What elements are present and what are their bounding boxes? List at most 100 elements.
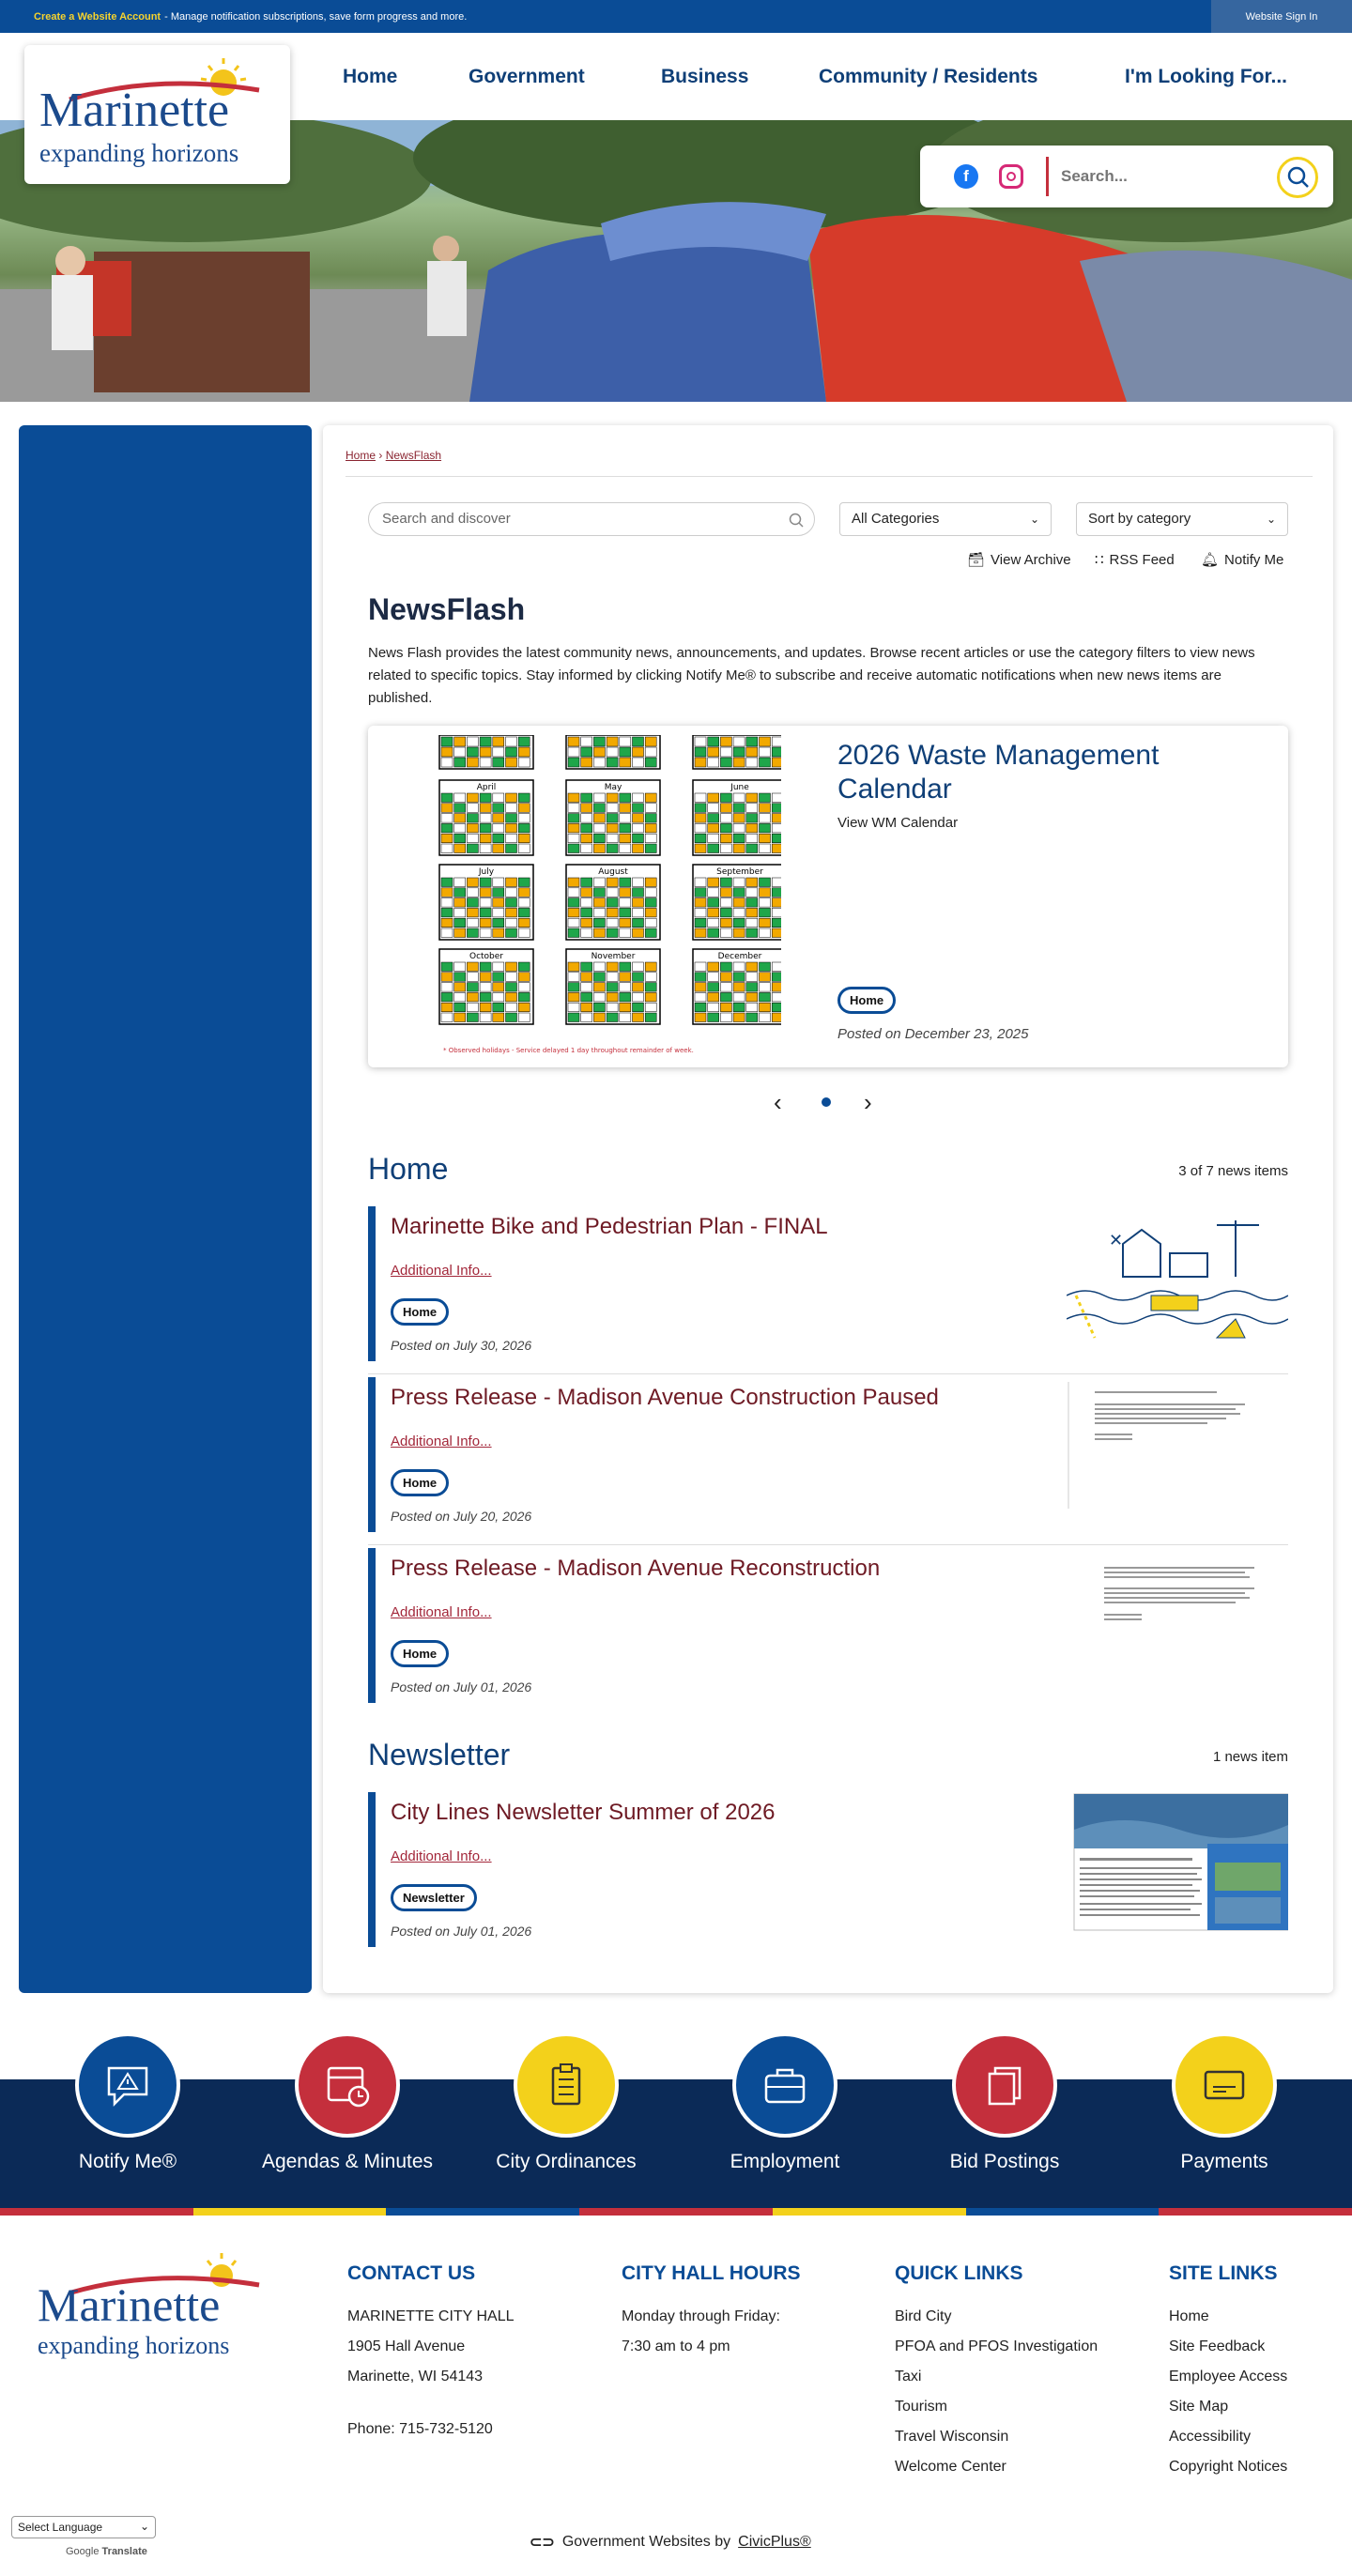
footer-logo[interactable]: Marinette expanding horizons <box>34 2249 278 2373</box>
top-bar: Create a Website Account - Manage notifi… <box>0 0 1352 33</box>
home-section-count: 3 of 7 news items <box>1178 1163 1288 1179</box>
news-search-input[interactable]: Search and discover <box>368 502 815 536</box>
footer-site-link[interactable]: Employee Access <box>1169 2362 1287 2392</box>
footer-site-link[interactable]: Accessibility <box>1169 2422 1287 2452</box>
calendar-month: April <box>438 779 534 856</box>
site-logo[interactable]: Marinette expanding horizons <box>24 45 290 184</box>
footer-site-link[interactable]: Copyright Notices <box>1169 2452 1287 2482</box>
notify-me-link[interactable]: 🔔︎ Notify Me <box>1201 551 1283 569</box>
footer-quick-link[interactable]: Welcome Center <box>895 2452 1098 2482</box>
sign-in-button[interactable]: Website Sign In <box>1211 0 1352 33</box>
news-item-title[interactable]: Marinette Bike and Pedestrian Plan - FIN… <box>391 1214 828 1240</box>
calendar-month-label: August <box>598 867 628 877</box>
footer-quick-link[interactable]: Bird City <box>895 2302 1098 2332</box>
breadcrumb: Home › NewsFlash <box>346 449 441 462</box>
site-search-button[interactable] <box>1277 157 1318 198</box>
nav-looking-for[interactable]: I'm Looking For... <box>1125 66 1350 88</box>
chevron-down-icon: ⌄ <box>1266 513 1276 526</box>
chevron-down-icon: ⌄ <box>139 2520 149 2533</box>
newsletter-section-count: 1 news item <box>1212 1749 1288 1765</box>
category-select[interactable]: All Categories ⌄ <box>839 502 1052 536</box>
news-item-link[interactable]: Additional Info... <box>391 1604 492 1620</box>
breadcrumb-current[interactable]: NewsFlash <box>386 449 441 462</box>
breadcrumb-home[interactable]: Home <box>346 449 376 462</box>
site-search-input[interactable] <box>1061 164 1249 189</box>
nav-community[interactable]: Community / Residents <box>819 66 1072 88</box>
sort-select-value: Sort by category <box>1088 511 1191 527</box>
footer-site-link[interactable]: Home <box>1169 2302 1287 2332</box>
civicplus-link[interactable]: CivicPlus® <box>738 2534 811 2551</box>
quicklink-bid-postings[interactable]: Bid Postings <box>911 2032 1098 2173</box>
footer-quick-link[interactable]: PFOA and PFOS Investigation <box>895 2332 1098 2362</box>
news-item-link[interactable]: Additional Info... <box>391 1263 492 1279</box>
featured-date: Posted on December 23, 2025 <box>837 1026 1029 1042</box>
quicklink-agendas[interactable]: Agendas & Minutes <box>254 2032 441 2173</box>
footer-contact-heading: CONTACT US <box>347 2262 476 2284</box>
bike-plan-illustration: ✕ <box>1067 1206 1288 1352</box>
nav-business[interactable]: Business <box>661 66 748 88</box>
page-title: NewsFlash <box>368 592 526 626</box>
create-account-link[interactable]: Create a Website Account <box>34 11 161 23</box>
news-item-tag[interactable]: Home <box>391 1640 450 1667</box>
footer-quick-links: QUICK LINKS Bird City PFOA and PFOS Inve… <box>895 2262 1098 2482</box>
rss-feed-link[interactable]: ∷ RSS Feed <box>1095 551 1175 569</box>
nav-home[interactable]: Home <box>343 66 397 88</box>
quicklink-notify-me[interactable]: Notify Me® <box>34 2032 222 2173</box>
rss-icon: ∷ <box>1095 552 1104 568</box>
quicklink-ordinances[interactable]: City Ordinances <box>472 2032 660 2173</box>
language-select[interactable]: Select Language ⌄ <box>11 2516 156 2538</box>
news-item-link[interactable]: Additional Info... <box>391 1848 492 1864</box>
news-item-tag[interactable]: Home <box>391 1298 450 1326</box>
category-select-value: All Categories <box>852 511 940 527</box>
featured-title[interactable]: 2026 Waste Management Calendar <box>837 739 1232 806</box>
documents-icon <box>952 2032 1057 2138</box>
news-search-placeholder: Search and discover <box>382 511 511 527</box>
svg-text:✕: ✕ <box>1109 1231 1123 1250</box>
facebook-icon[interactable]: f <box>954 164 978 189</box>
quicklink-payments[interactable]: Payments <box>1130 2032 1318 2173</box>
news-item-title[interactable]: Press Release - Madison Avenue Reconstru… <box>391 1556 880 1582</box>
quicklink-employment[interactable]: Employment <box>691 2032 879 2173</box>
calendar-month: September <box>692 864 781 941</box>
carousel-dot[interactable] <box>822 1097 831 1107</box>
featured-news-card[interactable]: April May June July August September October No… <box>368 726 1288 1067</box>
sort-select[interactable]: Sort by category ⌄ <box>1076 502 1288 536</box>
view-archive-link[interactable]: 🗃︎ View Archive <box>967 551 1071 569</box>
calendar-month-label: October <box>469 952 503 961</box>
news-item-accent <box>368 1377 376 1532</box>
news-item[interactable]: Marinette Bike and Pedestrian Plan - FIN… <box>368 1206 1288 1361</box>
footer-quick-link[interactable]: Taxi <box>895 2362 1098 2392</box>
calendar-month-label: April <box>477 783 497 792</box>
featured-link[interactable]: View WM Calendar <box>837 815 958 831</box>
featured-tag[interactable]: Home <box>837 987 897 1014</box>
civicplus-credit[interactable]: ⊂⊃ Government Websites by CivicPlus® <box>530 2533 811 2552</box>
civicplus-prefix: Government Websites by <box>561 2534 731 2550</box>
nav-government[interactable]: Government <box>469 66 619 88</box>
news-item-title[interactable]: Press Release - Madison Avenue Construct… <box>391 1385 939 1411</box>
footer-quick-heading: QUICK LINKS <box>895 2262 1023 2284</box>
logo-name: Marinette <box>39 84 230 137</box>
footer-site-link[interactable]: Site Feedback <box>1169 2332 1287 2362</box>
page-intro: News Flash provides the latest community… <box>368 645 1255 706</box>
quicklink-label: Payments <box>1180 2151 1268 2172</box>
instagram-icon[interactable] <box>999 164 1023 189</box>
news-item-link[interactable]: Additional Info... <box>391 1434 492 1449</box>
news-item-title[interactable]: City Lines Newsletter Summer of 2026 <box>391 1800 776 1826</box>
news-item-tag[interactable]: Newsletter <box>391 1884 477 1911</box>
news-item[interactable]: City Lines Newsletter Summer of 2026 Add… <box>368 1792 1288 1947</box>
carousel-prev-icon[interactable]: ‹ <box>774 1088 782 1117</box>
footer-phone[interactable]: Phone: 715-732-5120 <box>347 2415 515 2445</box>
footer-site-link[interactable]: Site Map <box>1169 2392 1287 2422</box>
footer-quick-link[interactable]: Travel Wisconsin <box>895 2422 1098 2452</box>
footer-contact-spacer <box>347 2392 515 2415</box>
footer-hours-heading: CITY HALL HOURS <box>622 2262 801 2284</box>
calendar-month: November <box>565 948 661 1025</box>
footer-contact-line: Marinette, WI 54143 <box>347 2369 484 2384</box>
news-divider <box>368 1544 1288 1545</box>
carousel-next-icon[interactable]: › <box>864 1088 872 1117</box>
press-release-thumbnail <box>1067 1548 1288 1694</box>
footer-quick-link[interactable]: Tourism <box>895 2392 1098 2422</box>
news-item-tag[interactable]: Home <box>391 1469 450 1496</box>
news-item[interactable]: Press Release - Madison Avenue Construct… <box>368 1377 1288 1532</box>
news-item[interactable]: Press Release - Madison Avenue Reconstru… <box>368 1548 1288 1703</box>
